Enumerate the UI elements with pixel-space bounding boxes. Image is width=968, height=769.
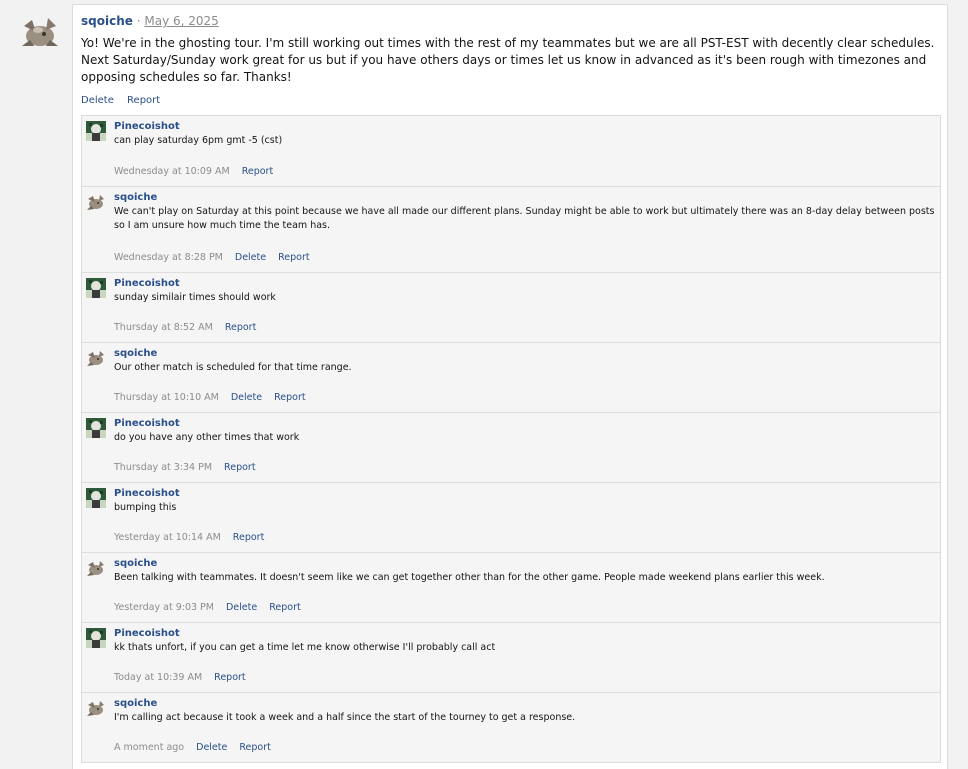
comment-meta: Today at 10:39 AM Report [114,671,258,685]
post-author-link[interactable]: sqoiche [81,14,133,28]
comment-text: We can't play on Saturday at this point … [114,206,935,231]
comment-timestamp[interactable]: Today at 10:39 AM [114,672,202,683]
comment-timestamp[interactable]: Thursday at 3:34 PM [114,462,212,473]
comment-timestamp[interactable]: Wednesday at 10:09 AM [114,166,230,177]
comment-author-link[interactable]: sqoiche [114,557,157,571]
comment-report-link[interactable]: Report [233,532,265,543]
sqoiche-avatar-icon[interactable] [86,698,106,718]
comment-timestamp[interactable]: Yesterday at 9:03 PM [114,602,214,613]
post-body: Yo! We're in the ghosting tour. I'm stil… [81,36,935,84]
comment-report-link[interactable]: Report [239,742,271,753]
comment-report-link[interactable]: Report [224,462,256,473]
post-header: sqoiche · May 6, 2025 [81,13,219,29]
comment-meta: Wednesday at 8:28 PM Delete Report [114,251,322,265]
comment-timestamp[interactable]: Thursday at 8:52 AM [114,322,213,333]
comment-delete-link[interactable]: Delete [231,392,262,403]
comment-text: sunday similair times should work [114,292,276,303]
comment-author-link[interactable]: Pinecoishot [114,627,180,641]
comment-author-link[interactable]: sqoiche [114,191,157,205]
comment-text: do you have any other times that work [114,432,300,443]
post-delete-link[interactable]: Delete [81,95,114,106]
comment-item: Pinecoishot kk thats unfort, if you can g… [82,622,940,692]
comment-item: sqoiche Been talking with teammates. It d… [82,552,940,622]
comment-text: I'm calling act because it took a week a… [114,712,576,723]
comment-author-link[interactable]: Pinecoishot [114,417,180,431]
comment-text: bumping this [114,502,177,513]
sqoiche-avatar-icon[interactable] [18,12,62,52]
comment-timestamp[interactable]: Thursday at 10:10 AM [114,392,219,403]
comment-item: Pinecoishot do you have any other times t… [82,412,940,482]
comment-item: Pinecoishot sunday similair times should … [82,272,940,342]
comment-item: sqoiche We can't play on Saturday at this… [82,186,940,272]
comment-timestamp[interactable]: Wednesday at 8:28 PM [114,252,223,263]
comment-text: kk thats unfort, if you can get a time l… [114,642,496,653]
comment-meta: Thursday at 10:10 AM Delete Report [114,391,318,405]
post-card: sqoiche · May 6, 2025 Yo! We're in the g… [72,4,948,769]
comment-meta: Thursday at 3:34 PM Report [114,461,268,475]
comment-text: can play saturday 6pm gmt -5 (cst) [114,135,283,146]
post-report-link[interactable]: Report [127,95,160,106]
comment-text: Been talking with teammates. It doesn't … [114,572,825,583]
comment-item: Pinecoishot can play saturday 6pm gmt -5 … [82,116,940,186]
comment-author-link[interactable]: sqoiche [114,697,157,711]
comment-report-link[interactable]: Report [225,322,257,333]
comment-report-link[interactable]: Report [269,602,301,613]
comment-text: Our other match is scheduled for that ti… [114,362,352,373]
pinecoishot-avatar-icon[interactable] [86,121,106,141]
sqoiche-avatar-icon[interactable] [86,348,106,368]
comment-meta: Wednesday at 10:09 AM Report [114,165,285,179]
comment-meta: A moment ago Delete Report [114,741,283,755]
comment-meta: Yesterday at 10:14 AM Report [114,531,276,545]
post-date-link[interactable]: May 6, 2025 [144,14,218,28]
comment-report-link[interactable]: Report [278,252,310,263]
header-separator: · [136,14,141,28]
comment-report-link[interactable]: Report [274,392,306,403]
comment-item: Pinecoishot bumping this Yesterday at 10:1… [82,482,940,552]
comment-item: sqoiche Our other match is scheduled for … [82,342,940,412]
left-gutter [0,0,72,765]
sqoiche-avatar-icon[interactable] [86,192,106,212]
pinecoishot-avatar-icon[interactable] [86,628,106,648]
post-actions: Delete Report [81,94,170,108]
comment-author-link[interactable]: Pinecoishot [114,120,180,134]
comment-meta: Thursday at 8:52 AM Report [114,321,268,335]
pinecoishot-avatar-icon[interactable] [86,488,106,508]
comment-report-link[interactable]: Report [214,672,246,683]
comment-report-link[interactable]: Report [242,166,274,177]
comment-list: Pinecoishot can play saturday 6pm gmt -5 … [81,115,941,763]
pinecoishot-avatar-icon[interactable] [86,278,106,298]
comment-author-link[interactable]: Pinecoishot [114,277,180,291]
comment-delete-link[interactable]: Delete [235,252,266,263]
comment-timestamp[interactable]: A moment ago [114,742,184,753]
comment-delete-link[interactable]: Delete [226,602,257,613]
comment-author-link[interactable]: Pinecoishot [114,487,180,501]
comment-item: sqoiche I'm calling act because it took a… [82,692,940,762]
comment-meta: Yesterday at 9:03 PM Delete Report [114,601,313,615]
comment-timestamp[interactable]: Yesterday at 10:14 AM [114,532,221,543]
comment-delete-link[interactable]: Delete [196,742,227,753]
sqoiche-avatar-icon[interactable] [86,558,106,578]
pinecoishot-avatar-icon[interactable] [86,418,106,438]
comment-author-link[interactable]: sqoiche [114,347,157,361]
